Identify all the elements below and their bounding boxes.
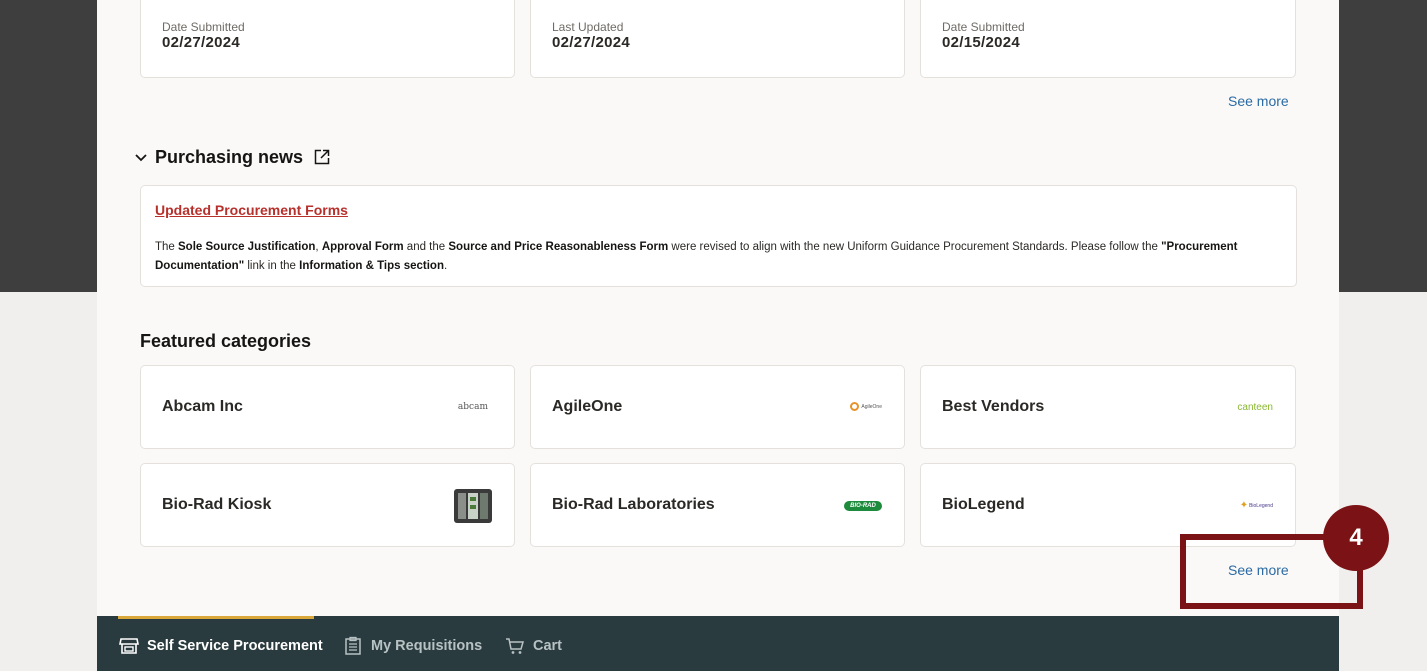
kiosk-image xyxy=(454,489,492,523)
agileone-mark-icon xyxy=(850,402,860,411)
requisition-card[interactable]: Last Updated 02/27/2024 xyxy=(530,0,905,78)
requisition-card[interactable]: Date Submitted 02/15/2024 xyxy=(920,0,1296,78)
requisition-date-value: 02/15/2024 xyxy=(942,34,1021,51)
step-number-badge: 4 xyxy=(1323,505,1389,571)
category-name: Bio-Rad Laboratories xyxy=(552,496,715,513)
category-name: Abcam Inc xyxy=(162,398,243,415)
external-link-icon[interactable] xyxy=(313,148,331,166)
category-card[interactable]: Bio-Rad Kiosk xyxy=(140,463,515,547)
category-card[interactable]: Abcam Inc abcam xyxy=(140,365,515,449)
section-title: Purchasing news xyxy=(155,146,304,167)
category-card[interactable]: AgileOne AgileOne xyxy=(530,365,905,449)
vendor-logo: BIO-RAD xyxy=(844,501,882,511)
nav-cart[interactable]: Cart xyxy=(505,635,562,657)
category-name: Best Vendors xyxy=(942,398,1045,415)
nav-self-service-procurement[interactable]: Self Service Procurement xyxy=(119,635,323,657)
nav-label: Cart xyxy=(533,638,563,654)
biolegend-mark-icon: ✦ xyxy=(1239,500,1249,511)
news-card: Updated Procurement Forms The Sole Sourc… xyxy=(140,185,1297,287)
chevron-down-icon[interactable] xyxy=(133,149,149,165)
category-card[interactable]: Bio-Rad Laboratories BIO-RAD xyxy=(530,463,905,547)
bottom-nav: Self Service Procurement My Requisitions… xyxy=(97,616,1339,671)
nav-my-requisitions[interactable]: My Requisitions xyxy=(343,635,482,657)
active-tab-indicator xyxy=(118,616,314,619)
requisitions-see-more-link[interactable]: See more xyxy=(1228,93,1289,109)
purchasing-news-header[interactable]: Purchasing news xyxy=(133,146,331,168)
requisition-date-value: 02/27/2024 xyxy=(552,34,631,51)
vendor-logo: AgileOne xyxy=(850,402,882,411)
news-item-link[interactable]: Updated Procurement Forms xyxy=(155,202,348,218)
category-name: BioLegend xyxy=(942,496,1025,513)
news-item-body: The Sole Source Justification, Approval … xyxy=(155,241,1238,272)
category-card[interactable]: Best Vendors canteen xyxy=(920,365,1296,449)
clipboard-icon xyxy=(345,636,361,655)
category-name: Bio-Rad Kiosk xyxy=(162,496,272,513)
category-name: AgileOne xyxy=(552,398,623,415)
vendor-logo: ✦ BioLegend xyxy=(1239,500,1273,511)
requisition-date-label: Date Submitted xyxy=(942,20,1025,34)
requisition-date-label: Date Submitted xyxy=(162,20,245,34)
vendor-logo: abcam xyxy=(457,402,488,412)
requisition-date-label: Last Updated xyxy=(552,20,624,34)
requisition-date-value: 02/27/2024 xyxy=(162,34,241,51)
featured-categories-title: Featured categories xyxy=(140,331,312,351)
requisition-card[interactable]: Date Submitted 02/27/2024 xyxy=(140,0,515,78)
cart-icon xyxy=(506,638,524,654)
storefront-icon xyxy=(119,638,139,654)
nav-label: Self Service Procurement xyxy=(147,638,323,654)
nav-label: My Requisitions xyxy=(371,638,483,654)
vendor-logo: canteen xyxy=(1237,402,1273,413)
